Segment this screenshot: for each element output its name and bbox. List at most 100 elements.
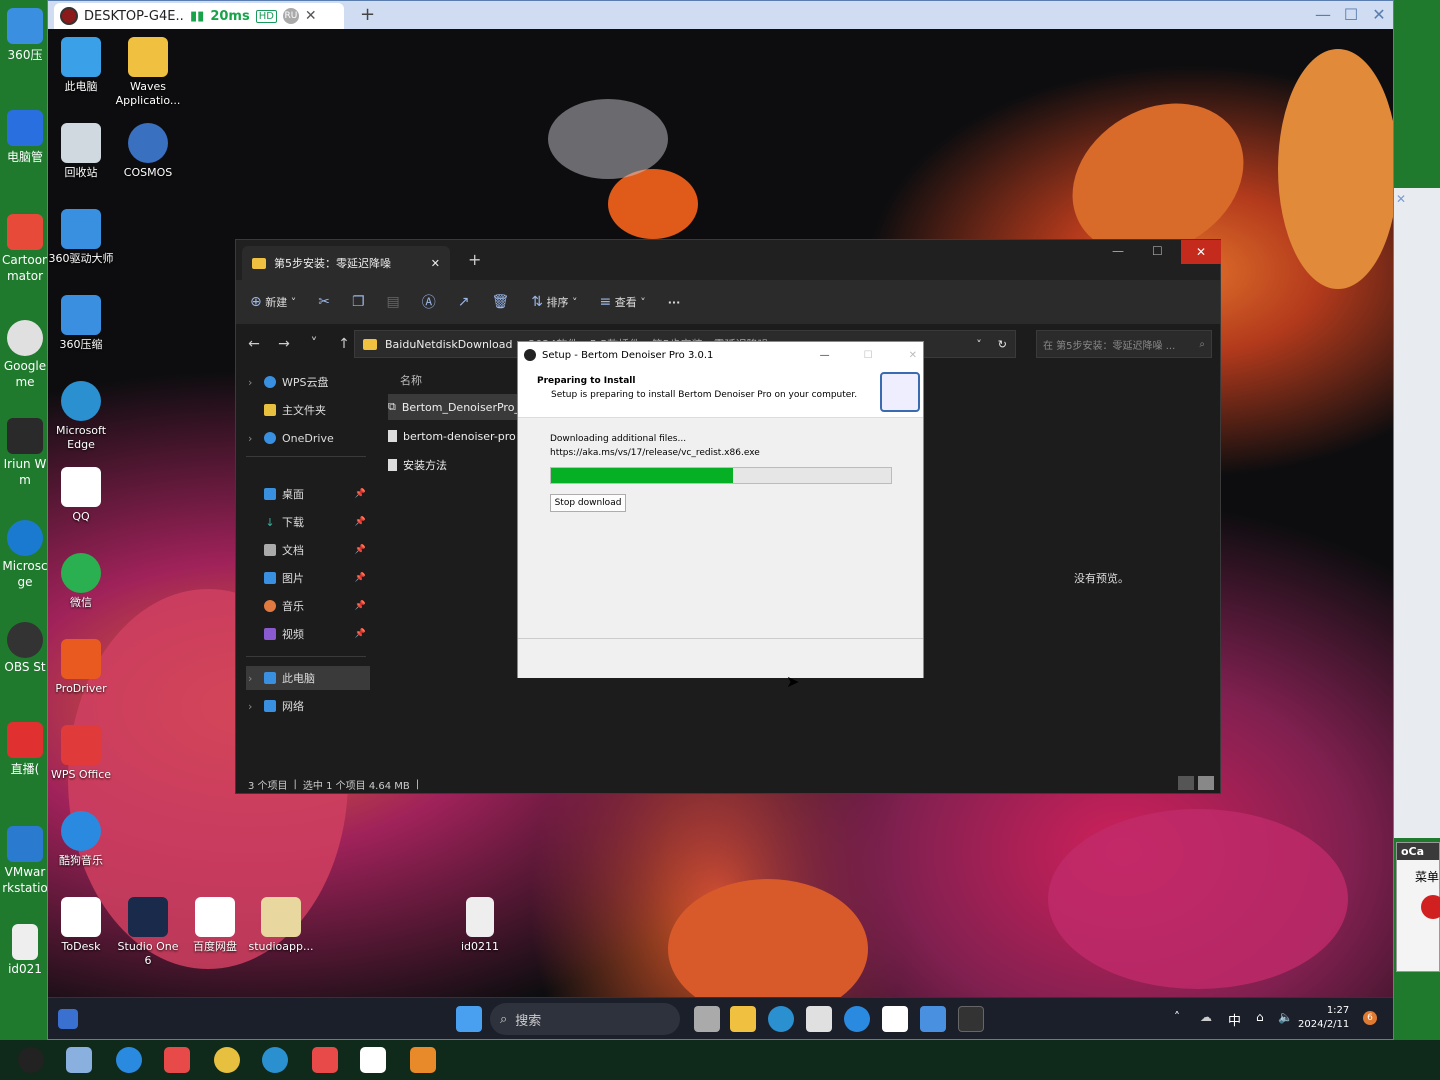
- ocam-icon[interactable]: [410, 1047, 436, 1073]
- pin-icon[interactable]: 📌: [355, 517, 366, 527]
- desktop-icon[interactable]: 百度网盘: [180, 897, 250, 954]
- new-button[interactable]: ⊕ 新建 ˅: [250, 294, 296, 310]
- nav-item-this-pc[interactable]: › 此电脑: [246, 666, 370, 690]
- qq-icon[interactable]: [18, 1047, 44, 1073]
- nav-item-music[interactable]: 音乐 📌: [246, 594, 370, 618]
- notes-icon[interactable]: [66, 1047, 92, 1073]
- remote-session-tab[interactable]: DESKTOP-G4E... ▮▮ 20ms HD RU ✕: [54, 3, 344, 29]
- record-icon[interactable]: [1421, 895, 1440, 919]
- address-root[interactable]: BaiduNetdiskDownload: [385, 338, 512, 351]
- desktop-icon[interactable]: 360驱动大师: [48, 209, 116, 266]
- pin-icon[interactable]: 📌: [355, 489, 366, 499]
- nav-item-downloads[interactable]: ↓ 下载 📌: [246, 510, 370, 534]
- chevron-down-icon[interactable]: ˅: [976, 338, 982, 351]
- ru-badge[interactable]: RU: [282, 8, 299, 24]
- local-desktop-icon[interactable]: VMwar rkstatio: [2, 826, 48, 896]
- pin-icon[interactable]: 📌: [355, 601, 366, 611]
- volume-icon[interactable]: 🔈: [1278, 1010, 1293, 1024]
- search-input[interactable]: 在 第5步安装：零延迟降噪 ... ⌕: [1036, 330, 1212, 358]
- local-desktop-icon[interactable]: Cartoon mator: [2, 214, 48, 284]
- nav-item-pictures[interactable]: 图片 📌: [246, 566, 370, 590]
- nav-item-documents[interactable]: 文档 📌: [246, 538, 370, 562]
- more-button[interactable]: ···: [668, 296, 681, 309]
- forward-icon[interactable]: →: [276, 336, 292, 352]
- edge-icon[interactable]: [768, 1006, 794, 1032]
- minimize-button[interactable]: —: [820, 350, 830, 361]
- ocam-menu[interactable]: 菜单: [1397, 860, 1439, 885]
- taskbar-search[interactable]: ⌕ 搜索: [490, 1003, 680, 1035]
- wifi-icon[interactable]: ⌂: [1256, 1010, 1264, 1024]
- cut-icon[interactable]: ✂: [318, 294, 330, 310]
- local-desktop-icon[interactable]: Google me: [2, 320, 48, 390]
- paste-icon[interactable]: ▤: [387, 294, 400, 310]
- app-icon[interactable]: [164, 1047, 190, 1073]
- close-tab-icon[interactable]: ✕: [431, 257, 440, 270]
- todesk-icon[interactable]: [882, 1006, 908, 1032]
- close-button[interactable]: ✕: [909, 350, 917, 361]
- back-icon[interactable]: ←: [246, 336, 262, 352]
- nav-item-home[interactable]: 主文件夹: [246, 398, 370, 422]
- desktop-icon[interactable]: ToDesk: [48, 897, 116, 954]
- notepad-icon[interactable]: [920, 1006, 946, 1032]
- desktop-icon[interactable]: studioapp...: [246, 897, 316, 954]
- new-tab-button[interactable]: +: [360, 4, 375, 25]
- refresh-icon[interactable]: ↻: [998, 338, 1007, 351]
- pin-icon[interactable]: 📌: [355, 545, 366, 555]
- maximize-button[interactable]: ☐: [1152, 244, 1163, 258]
- desktop-icon[interactable]: 回收站: [48, 123, 116, 180]
- column-header-name[interactable]: 名称: [400, 372, 422, 388]
- desktop-icon[interactable]: Microsoft Edge: [48, 381, 116, 452]
- tiles-view-icon[interactable]: [1198, 776, 1214, 790]
- nav-item-onedrive[interactable]: › OneDrive: [246, 426, 370, 450]
- desktop-icon[interactable]: WPS Office: [48, 725, 116, 782]
- local-desktop-icon[interactable]: 电脑管: [2, 110, 48, 165]
- desktop-icon[interactable]: COSMOS: [113, 123, 183, 180]
- app-icon[interactable]: [312, 1047, 338, 1073]
- minimize-button[interactable]: —: [1112, 244, 1124, 258]
- copy-icon[interactable]: ❐: [352, 294, 365, 310]
- desktop-icon[interactable]: 酷狗音乐: [48, 811, 116, 868]
- file-row[interactable]: ⧉ Bertom_DenoiserPro_: [388, 394, 522, 420]
- file-row[interactable]: bertom-denoiser-pro: [388, 423, 522, 449]
- network-icon[interactable]: ☁: [1200, 1010, 1212, 1024]
- widgets-icon[interactable]: [58, 1009, 78, 1029]
- desktop-icon[interactable]: 微信: [48, 553, 116, 610]
- notification-badge[interactable]: 6: [1363, 1011, 1377, 1025]
- nav-item-wps-cloud[interactable]: › WPS云盘: [246, 370, 370, 394]
- up-icon[interactable]: ↑: [336, 336, 352, 352]
- close-tab-icon[interactable]: ✕: [305, 8, 317, 24]
- minimize-button[interactable]: —: [1312, 5, 1334, 24]
- share-icon[interactable]: ↗: [458, 294, 470, 310]
- local-desktop-icon[interactable]: OBS St: [2, 622, 48, 674]
- local-desktop-icon[interactable]: Iriun W m: [2, 418, 48, 488]
- pin-icon[interactable]: 📌: [355, 629, 366, 639]
- kugou-icon[interactable]: [844, 1006, 870, 1032]
- desktop-icon[interactable]: Studio One 6: [113, 897, 183, 968]
- delete-icon[interactable]: 🗑: [492, 294, 510, 310]
- view-button[interactable]: ≡ 查看 ˅: [600, 294, 646, 310]
- desktop-icon[interactable]: QQ: [48, 467, 116, 524]
- nav-item-videos[interactable]: 视频 📌: [246, 622, 370, 646]
- stop-download-button[interactable]: Stop download: [550, 494, 626, 512]
- desktop-icon[interactable]: Waves Applicatio...: [113, 37, 183, 108]
- new-tab-button[interactable]: +: [468, 250, 481, 269]
- ime-indicator[interactable]: 中: [1228, 1010, 1241, 1029]
- desktop-icon[interactable]: 此电脑: [48, 37, 116, 94]
- maximize-button[interactable]: ☐: [1340, 5, 1362, 24]
- local-desktop-icon[interactable]: id021: [2, 924, 48, 976]
- file-explorer-icon[interactable]: [730, 1006, 756, 1032]
- desktop-icon[interactable]: id0211: [445, 897, 515, 954]
- local-desktop-icon[interactable]: Microsc ge: [2, 520, 48, 590]
- details-view-icon[interactable]: [1178, 776, 1194, 790]
- file-row[interactable]: 安装方法: [388, 452, 522, 478]
- start-icon[interactable]: [456, 1006, 482, 1032]
- close-icon[interactable]: ✕: [1396, 192, 1406, 206]
- explorer-tab[interactable]: 第5步安装：零延迟降噪 ✕: [242, 246, 450, 280]
- close-button[interactable]: ✕: [1181, 240, 1221, 264]
- recent-icon[interactable]: ˅: [306, 336, 322, 352]
- sort-button[interactable]: ⇅ 排序 ˅: [531, 294, 577, 310]
- desktop-icon[interactable]: ProDriver: [48, 639, 116, 696]
- edge-icon[interactable]: [262, 1047, 288, 1073]
- store-icon[interactable]: [806, 1006, 832, 1032]
- nav-item-desktop[interactable]: 桌面 📌: [246, 482, 370, 506]
